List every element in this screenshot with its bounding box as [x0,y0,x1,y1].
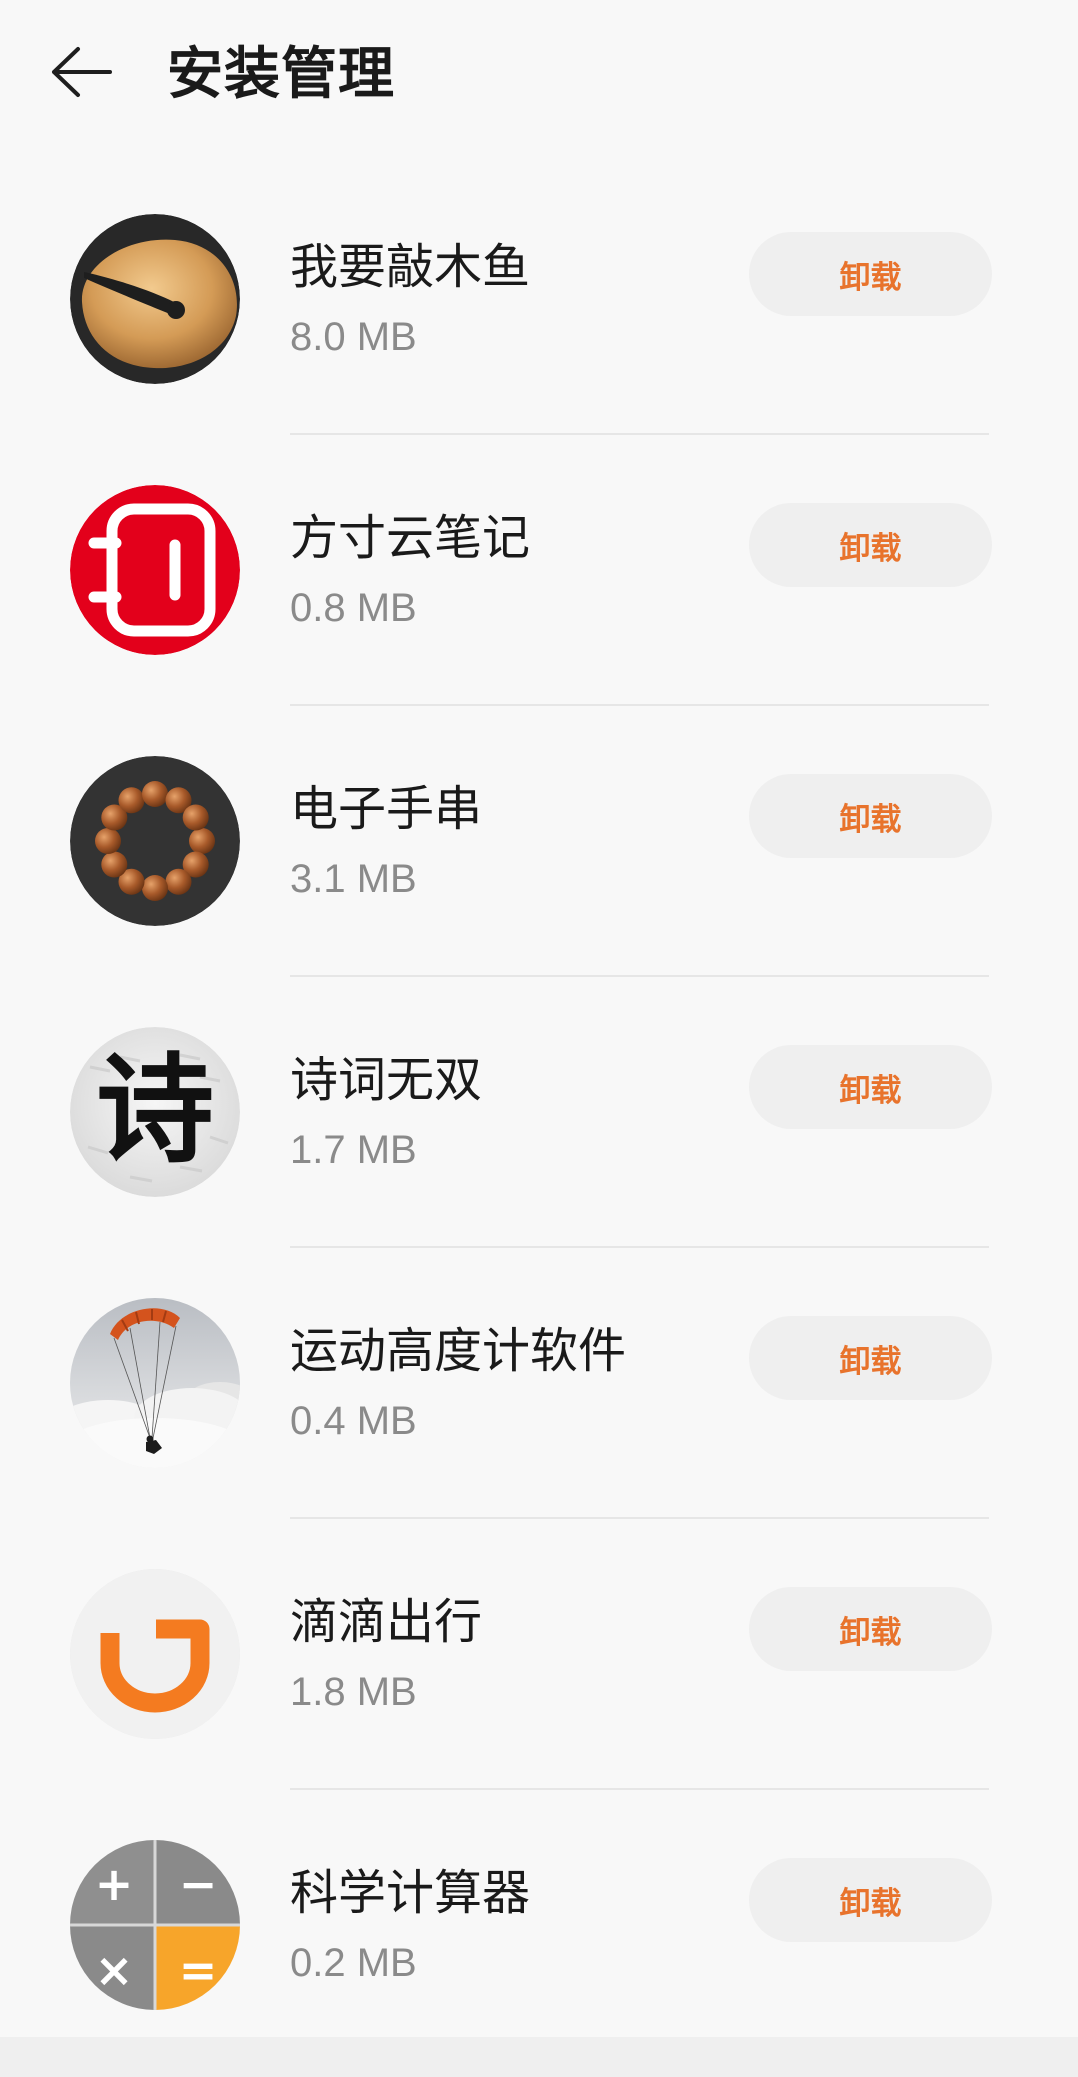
uninstall-button[interactable]: 卸载 [749,1858,992,1942]
app-name: 电子手串 [290,783,483,836]
app-row: 运动高度计软件 0.4 MB 卸载 [0,1248,1078,1519]
app-size: 0.8 MB [290,586,417,630]
app-name: 我要敲木鱼 [290,241,531,294]
poetry-logo-text: 诗 [95,1040,214,1179]
app-name: 滴滴出行 [290,1596,483,1649]
notebook-icon [70,485,240,655]
app-list: 我要敲木鱼 8.0 MB 卸载 方寸云笔记 0.8 MB 卸载 电子手串 3.1… [0,164,1078,2061]
uninstall-button[interactable]: 卸载 [749,1045,992,1129]
uninstall-button[interactable]: 卸载 [749,503,992,587]
header: 安装管理 [0,0,1078,150]
app-size: 8.0 MB [290,315,417,359]
app-size: 0.4 MB [290,1399,417,1443]
app-name: 科学计算器 [290,1867,531,1920]
app-name: 运动高度计软件 [290,1325,627,1378]
app-size: 1.8 MB [290,1670,417,1714]
calculator-icon: + − × = [70,1840,240,2010]
app-row: + − × = 科学计算器 0.2 MB 卸载 [0,1790,1078,2061]
wooden-fish-icon [70,214,240,384]
app-row: 我要敲木鱼 8.0 MB 卸载 [0,164,1078,435]
multiply-symbol: × [94,1943,134,1997]
equals-symbol: = [178,1943,218,1997]
app-name: 方寸云笔记 [290,512,531,565]
app-size: 3.1 MB [290,857,417,901]
app-row: 方寸云笔记 0.8 MB 卸载 [0,435,1078,706]
uninstall-button[interactable]: 卸载 [749,232,992,316]
app-size: 0.2 MB [290,1941,417,1985]
minus-symbol: − [178,1857,218,1911]
didi-icon [70,1569,240,1739]
paraglider-icon [70,1298,240,1468]
prayer-beads-icon [70,756,240,926]
page-title: 安装管理 [167,42,395,105]
back-arrow-icon [52,47,112,97]
poetry-icon: 诗 [70,1027,240,1197]
app-name: 诗词无双 [290,1054,483,1107]
app-row: 诗 诗词无双 1.7 MB 卸载 [0,977,1078,1248]
back-button[interactable] [50,44,114,100]
plus-symbol: + [94,1857,134,1911]
app-size: 1.7 MB [290,1128,417,1172]
navigation-bar [0,2037,1078,2077]
uninstall-button[interactable]: 卸载 [749,1316,992,1400]
app-row: 电子手串 3.1 MB 卸载 [0,706,1078,977]
app-row: 滴滴出行 1.8 MB 卸载 [0,1519,1078,1790]
uninstall-button[interactable]: 卸载 [749,1587,992,1671]
uninstall-button[interactable]: 卸载 [749,774,992,858]
